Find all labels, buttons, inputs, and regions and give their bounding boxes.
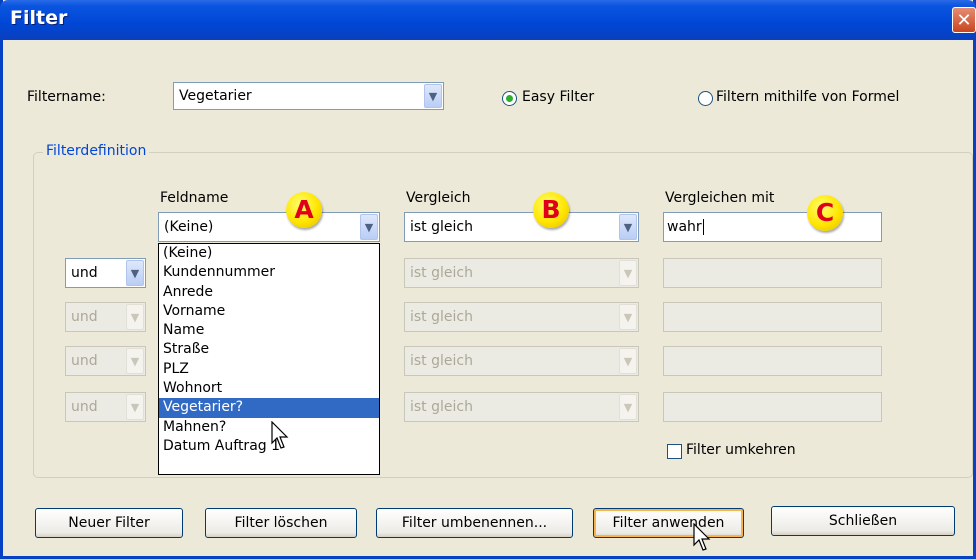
row-4-compare-value: ist gleich (410, 353, 473, 369)
row-4-compare-combo: ist gleich ▼ (404, 346, 639, 376)
delete-filter-button[interactable]: Filter löschen (205, 508, 357, 538)
list-item-selected[interactable]: Vegetarier? (159, 398, 379, 418)
chevron-down-icon: ▼ (126, 394, 144, 420)
chevron-down-icon: ▼ (126, 304, 144, 330)
chevron-down-icon[interactable]: ▼ (126, 260, 144, 286)
row-2-compare-combo: ist gleich ▼ (404, 258, 639, 288)
marker-a-badge: A (286, 192, 322, 228)
row-3-compare-combo: ist gleich ▼ (404, 302, 639, 332)
row-3-compare-value: ist gleich (410, 309, 473, 325)
close-icon: ✕ (956, 10, 972, 31)
formula-filter-label[interactable]: Filtern mithilfe von Formel (716, 89, 899, 105)
chevron-down-icon: ▼ (619, 260, 637, 286)
list-item[interactable]: Wohnort (159, 379, 379, 398)
list-item[interactable]: Vorname (159, 302, 379, 321)
row-5-compare-value: ist gleich (410, 399, 473, 415)
text-caret (702, 219, 704, 235)
list-item[interactable]: Kundennummer (159, 263, 379, 282)
row-5-compare-combo: ist gleich ▼ (404, 392, 639, 422)
column-header-compare: Vergleich (406, 190, 471, 206)
new-filter-button[interactable]: Neuer Filter (35, 508, 183, 538)
filtername-value: Vegetarier (179, 88, 252, 104)
row-5-logic-value: und (71, 399, 98, 415)
chevron-down-icon[interactable]: ▼ (619, 214, 637, 240)
list-item[interactable]: Straße (159, 340, 379, 359)
chevron-down-icon: ▼ (619, 394, 637, 420)
list-item[interactable]: Anrede (159, 283, 379, 302)
invert-filter-label[interactable]: Filter umkehren (686, 442, 796, 458)
close-window-button[interactable]: ✕ (952, 7, 976, 33)
chevron-down-icon: ▼ (126, 348, 144, 374)
row-3-value-input (663, 302, 882, 332)
row-2-compare-value: ist gleich (410, 265, 473, 281)
easy-filter-label[interactable]: Easy Filter (522, 89, 594, 105)
close-button[interactable]: Schließen (771, 506, 955, 536)
row-2-logic-combo[interactable]: und ▼ (65, 258, 146, 288)
marker-c-badge: C (807, 195, 843, 231)
row-1-field-value: (Keine) (164, 219, 214, 235)
filter-dialog: Filter ✕ Filtername: Vegetarier ▼ Easy F… (0, 0, 976, 559)
mouse-pointer-icon (271, 421, 289, 449)
row-4-logic-combo: und ▼ (65, 346, 146, 376)
chevron-down-icon[interactable]: ▼ (360, 214, 378, 240)
chevron-down-icon: ▼ (619, 348, 637, 374)
row-3-logic-combo: und ▼ (65, 302, 146, 332)
row-1-compare-value: ist gleich (410, 219, 473, 235)
field-dropdown-list[interactable]: (Keine) Kundennummer Anrede Vorname Name… (158, 243, 380, 475)
title-bar[interactable]: Filter ✕ (0, 0, 976, 40)
marker-b-badge: B (533, 192, 569, 228)
row-2-logic-value: und (71, 265, 98, 281)
list-item[interactable]: Name (159, 321, 379, 340)
column-header-field: Feldname (160, 190, 229, 206)
filtername-label: Filtername: (27, 89, 106, 105)
row-3-logic-value: und (71, 309, 98, 325)
invert-filter-checkbox[interactable] (667, 444, 682, 459)
filterdefinition-legend: Filterdefinition (43, 143, 150, 159)
mouse-pointer-icon (693, 523, 711, 551)
formula-filter-radio[interactable] (698, 91, 713, 106)
filtername-combo[interactable]: Vegetarier ▼ (173, 82, 444, 110)
row-4-value-input (663, 346, 882, 376)
row-1-field-combo[interactable]: (Keine) ▼ (158, 212, 380, 242)
chevron-down-icon[interactable]: ▼ (424, 84, 442, 108)
column-header-value: Vergleichen mit (665, 190, 775, 206)
row-1-compare-combo[interactable]: ist gleich ▼ (404, 212, 639, 242)
row-5-value-input (663, 392, 882, 422)
list-item[interactable]: Datum Auftrag 1 (159, 437, 379, 456)
list-item[interactable]: PLZ (159, 360, 379, 379)
window-title: Filter (10, 7, 68, 29)
rename-filter-button[interactable]: Filter umbenennen... (376, 508, 573, 538)
row-1-value-text: wahr (667, 219, 702, 235)
chevron-down-icon: ▼ (619, 304, 637, 330)
row-5-logic-combo: und ▼ (65, 392, 146, 422)
easy-filter-radio[interactable] (502, 91, 517, 106)
radio-selected-dot (506, 95, 513, 102)
row-4-logic-value: und (71, 353, 98, 369)
list-item[interactable]: (Keine) (159, 244, 379, 263)
apply-filter-button[interactable]: Filter anwenden (593, 508, 744, 538)
row-1-value-input[interactable]: wahr (663, 212, 882, 242)
list-item[interactable]: Mahnen? (159, 418, 379, 437)
row-2-value-input (663, 258, 882, 288)
